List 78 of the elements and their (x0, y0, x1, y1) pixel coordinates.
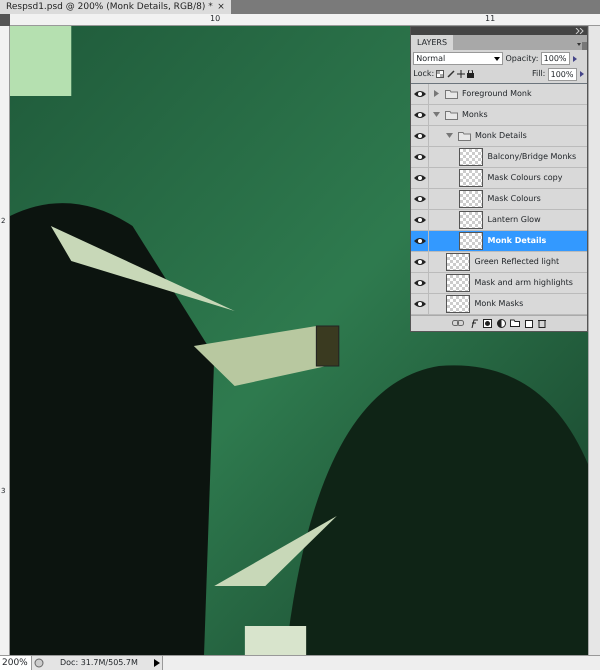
eye-icon[interactable] (414, 132, 426, 140)
panel-tab[interactable]: LAYERS (411, 35, 454, 50)
layer-thumbnail (446, 274, 470, 292)
link-icon[interactable] (452, 320, 464, 326)
layer-name: Green Reflected light (474, 256, 560, 268)
layer-row[interactable]: Lantern Glow (411, 210, 587, 231)
lock-icon[interactable] (467, 70, 474, 78)
folder-icon (444, 88, 458, 99)
eye-icon[interactable] (414, 110, 426, 119)
lock-transparency-icon[interactable] (436, 70, 444, 78)
lock-label: Lock: (413, 68, 434, 80)
fill-slider-icon[interactable] (578, 70, 585, 78)
eye-icon[interactable] (414, 258, 426, 266)
layer-thumbnail (459, 190, 483, 208)
effects-icon[interactable] (468, 318, 478, 328)
layer-thumbnail (446, 252, 470, 271)
layer-row[interactable]: Green Reflected light (411, 252, 587, 273)
layer-name: Monks (462, 108, 488, 121)
layer-row[interactable]: Foreground Monk (411, 84, 587, 105)
new-layer-icon[interactable] (524, 318, 534, 328)
fill-label: Fill: (532, 68, 546, 80)
brush-icon[interactable] (446, 70, 455, 78)
dropdown-caret-icon (494, 57, 500, 62)
layer-thumbnail (446, 294, 470, 313)
layer-name: Mask and arm highlights (474, 276, 573, 289)
eye-icon[interactable] (414, 174, 426, 182)
layer-name: Balcony/Bridge Monks (488, 150, 576, 163)
eye-icon[interactable] (414, 216, 426, 224)
info-icon[interactable] (34, 658, 44, 668)
mask-icon[interactable] (483, 318, 492, 328)
zoom-field[interactable]: 200% (0, 656, 32, 670)
eye-icon[interactable] (414, 300, 426, 308)
folder-icon (458, 130, 470, 141)
eye-icon[interactable] (414, 194, 426, 203)
layer-row[interactable]: Mask Colours (411, 188, 587, 210)
layer-thumbnail (459, 148, 483, 166)
layer-row[interactable]: Mask and arm highlights (411, 272, 587, 294)
document-tab-title[interactable]: Respsd1.psd @ 200% (Monk Details, RGB/8) * (6, 0, 213, 14)
layer-thumbnail (459, 168, 483, 187)
fill-field[interactable]: 100% (548, 68, 576, 80)
horizontal-scrollbar[interactable] (162, 656, 600, 670)
layer-name: Mask Colours (488, 192, 541, 205)
adjustment-icon[interactable] (496, 318, 506, 328)
layer-row[interactable]: Mask Colours copy (411, 168, 587, 189)
eye-icon[interactable] (414, 152, 426, 161)
move-icon[interactable] (456, 70, 465, 78)
blend-mode-dropdown[interactable]: Normal (413, 52, 504, 66)
layer-row[interactable]: Balcony/Bridge Monks (411, 146, 587, 168)
trash-icon[interactable] (538, 318, 546, 328)
expand-caret-icon[interactable] (446, 132, 453, 140)
layer-row[interactable]: Monks (411, 104, 587, 126)
document-size-info: Doc: 31.7M/505.7M (59, 657, 139, 669)
layer-name: Monk Details (475, 130, 527, 142)
eye-icon[interactable] (414, 278, 426, 287)
folder-icon (444, 110, 458, 120)
layer-name: Mask Colours copy (488, 172, 562, 184)
layer-name: Monk Masks (474, 298, 524, 310)
layer-name: Monk Details (488, 234, 546, 247)
opacity-label: Opacity: (506, 52, 538, 65)
folder-icon[interactable] (510, 319, 520, 328)
layer-thumbnail (459, 232, 483, 250)
close-button[interactable]: × (217, 0, 225, 14)
ruler-label: 11 (485, 14, 496, 23)
layer-name: Foreground Monk (462, 88, 532, 100)
ruler-label: 10 (210, 14, 220, 23)
vertical-scrollbar[interactable] (588, 26, 600, 655)
opacity-field[interactable]: 100% (540, 52, 570, 66)
expand-caret-icon[interactable] (433, 111, 440, 118)
menu-arrow-icon[interactable] (154, 659, 160, 667)
collapse-icon[interactable] (574, 28, 585, 34)
layer-row[interactable]: Monk Masks (411, 294, 587, 315)
layer-name: Lantern Glow (488, 214, 541, 226)
eye-icon[interactable] (414, 90, 426, 98)
panel-menu-icon[interactable] (577, 42, 587, 50)
layer-thumbnail (459, 210, 483, 229)
layer-row[interactable]: Monk Details (411, 126, 587, 147)
eye-icon[interactable] (414, 236, 426, 245)
expand-caret-icon[interactable] (433, 90, 440, 98)
